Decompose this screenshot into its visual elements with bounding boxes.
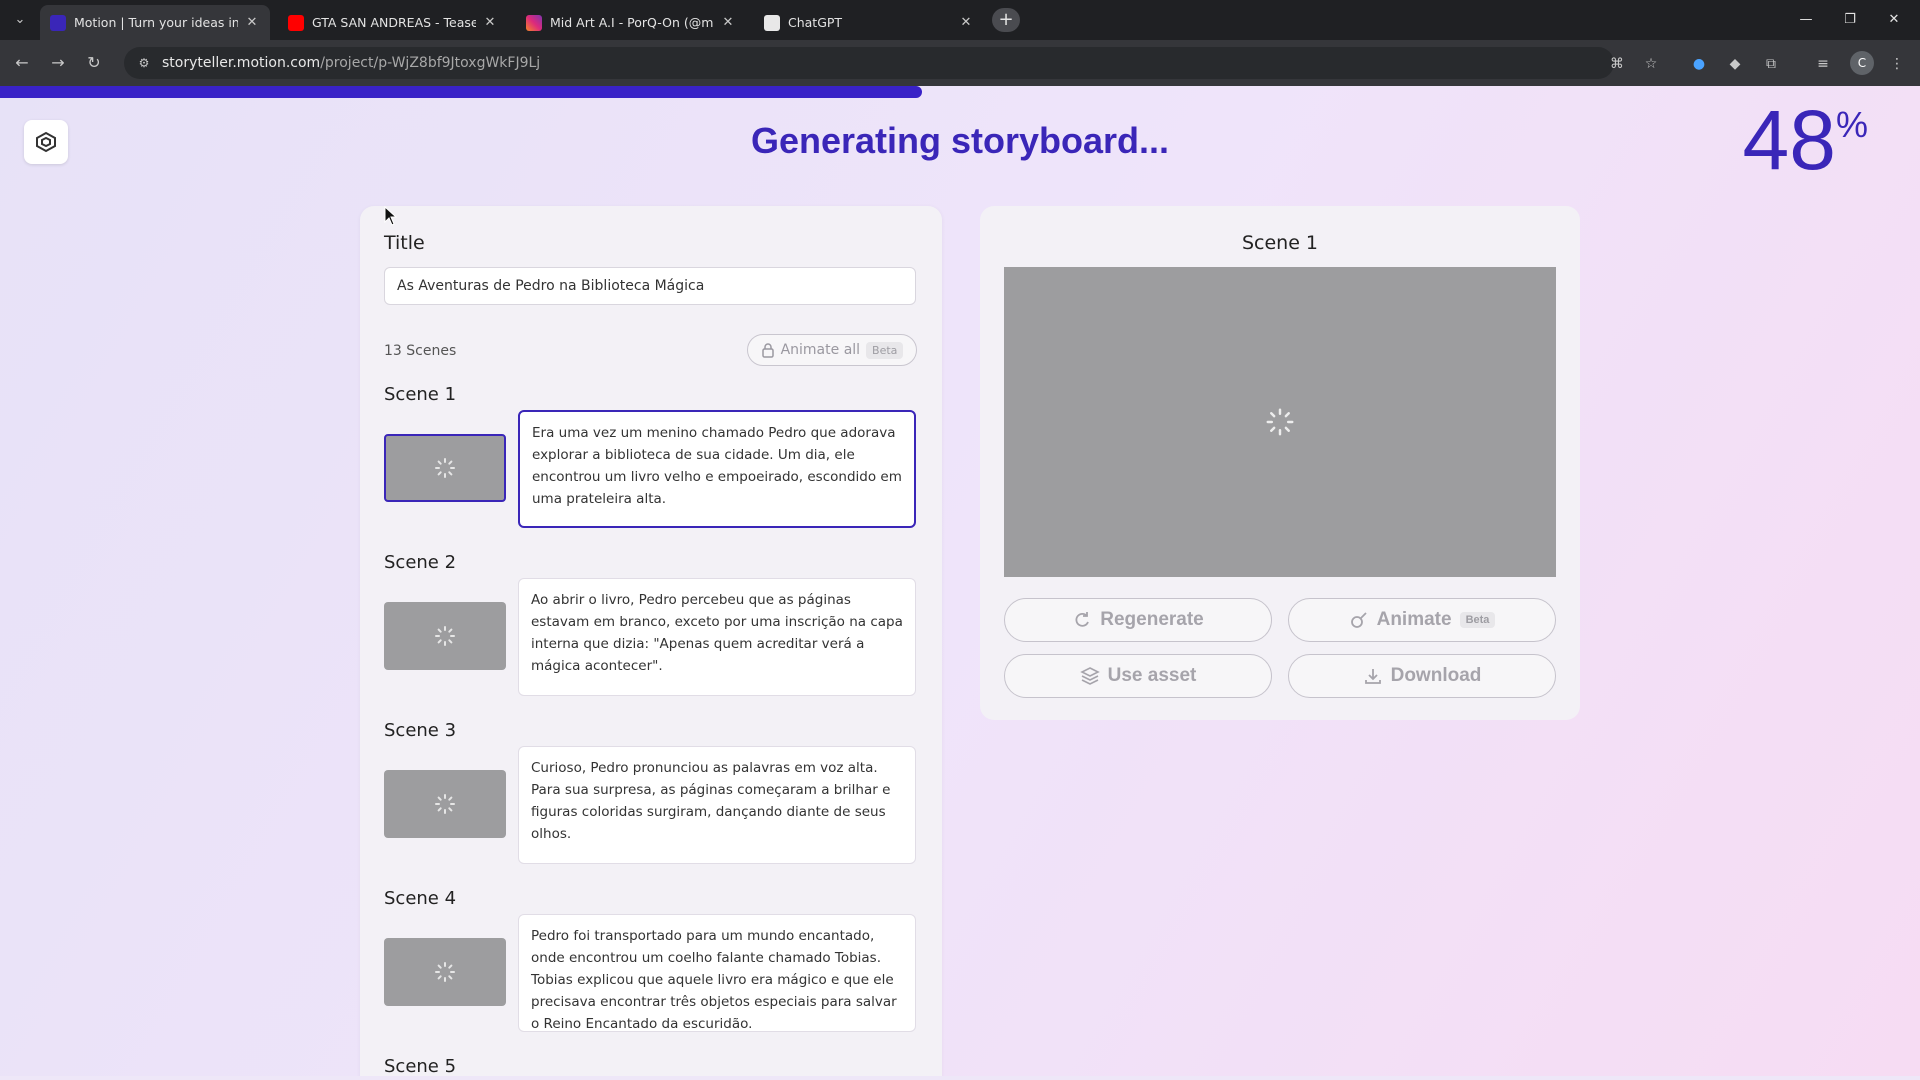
site-info-icon[interactable]: ⚙ xyxy=(136,56,152,70)
scene-item: Scene 4 Pedro foi transportado para um m… xyxy=(384,888,918,1048)
use-asset-label: Use asset xyxy=(1107,665,1197,686)
loading-spinner-icon xyxy=(435,794,455,814)
animate-icon xyxy=(1350,612,1367,628)
scene-text-field[interactable]: Curioso, Pedro pronunciou as palavras em… xyxy=(518,746,916,864)
progress-percent-sign: % xyxy=(1835,104,1868,145)
url-path: /project/p-WjZ8bf9JtoxgWkFJ9Lj xyxy=(320,55,541,71)
progress-percent: 48% xyxy=(1743,92,1868,189)
lock-icon xyxy=(761,343,774,358)
title-label: Title xyxy=(384,232,425,254)
close-icon[interactable]: ✕ xyxy=(482,15,498,30)
browser-toolbar: ← → ↻ ⚙ storyteller.motion.com/project/p… xyxy=(0,40,1920,86)
tab-motion[interactable]: Motion | Turn your ideas into ✕ xyxy=(40,5,270,40)
close-window-icon[interactable]: ✕ xyxy=(1880,8,1908,32)
scene-item: Scene 2 Ao abrir o livro, Pedro percebeu… xyxy=(384,552,918,712)
download-button[interactable]: Download xyxy=(1288,654,1556,698)
generation-progress-bar xyxy=(0,86,1920,98)
loading-spinner-icon xyxy=(435,626,455,646)
scene-thumbnail[interactable] xyxy=(384,602,506,670)
bookmark-star-icon[interactable]: ☆ xyxy=(1640,53,1662,75)
extensions-puzzle-icon[interactable]: ⧉ xyxy=(1760,53,1782,75)
download-label: Download xyxy=(1390,665,1482,686)
beta-badge: Beta xyxy=(866,341,904,359)
translate-icon[interactable]: ⌘ xyxy=(1606,53,1628,75)
scene-text-field[interactable]: Era uma vez um menino chamado Pedro que … xyxy=(518,410,916,528)
scene-thumbnail[interactable] xyxy=(384,770,506,838)
animate-all-label: Animate all xyxy=(780,342,861,358)
scene-text-field[interactable]: Pedro foi transportado para um mundo enc… xyxy=(518,914,916,1032)
profile-avatar[interactable]: C xyxy=(1850,51,1874,75)
close-icon[interactable]: ✕ xyxy=(720,15,736,30)
tab-title: GTA SAN ANDREAS - Teaser Tra xyxy=(312,15,476,30)
tab-title: Mid Art A.I - PorQ-On (@midar xyxy=(550,15,714,30)
chatgpt-favicon-icon xyxy=(764,14,780,31)
scene-title: Scene 2 xyxy=(384,552,457,573)
youtube-favicon-icon xyxy=(288,14,304,31)
progress-fill xyxy=(0,86,922,98)
menu-kebab-icon[interactable]: ⋮ xyxy=(1886,53,1908,75)
scene-thumbnail[interactable] xyxy=(384,434,506,502)
page-content: Generating storyboard... 48% Title 13 Sc… xyxy=(0,86,1920,1076)
restore-icon[interactable]: ❐ xyxy=(1836,8,1864,32)
scene-title: Scene 4 xyxy=(384,888,457,909)
forward-icon[interactable]: → xyxy=(46,51,70,75)
title-input[interactable] xyxy=(384,267,916,305)
reload-icon[interactable]: ↻ xyxy=(82,51,106,75)
progress-percent-value: 48 xyxy=(1742,93,1836,187)
mouse-cursor-icon xyxy=(384,206,398,226)
scene-item: Scene 5 xyxy=(384,1056,918,1076)
tab-title: Motion | Turn your ideas into xyxy=(74,15,238,30)
address-bar[interactable]: ⚙ storyteller.motion.com/project/p-WjZ8b… xyxy=(124,47,1614,79)
story-editor-panel: Title 13 Scenes Animate all Beta Scene 1… xyxy=(360,206,942,1076)
extension-blue-icon[interactable]: ● xyxy=(1688,53,1710,75)
extension-icon[interactable]: ◆ xyxy=(1724,53,1746,75)
regenerate-icon xyxy=(1075,612,1090,627)
tab-gta[interactable]: GTA SAN ANDREAS - Teaser Tra ✕ xyxy=(278,5,508,40)
preview-title: Scene 1 xyxy=(1241,232,1319,254)
loading-spinner-icon xyxy=(1266,408,1294,436)
tab-midart[interactable]: Mid Art A.I - PorQ-On (@midar ✕ xyxy=(516,5,746,40)
use-asset-button[interactable]: Use asset xyxy=(1004,654,1272,698)
animate-button[interactable]: Animate Beta xyxy=(1288,598,1556,642)
scene-count: 13 Scenes xyxy=(384,343,457,359)
scene-text-field[interactable]: Ao abrir o livro, Pedro percebeu que as … xyxy=(518,578,916,696)
tab-search-icon[interactable]: ⌄ xyxy=(8,8,32,32)
minimize-icon[interactable]: — xyxy=(1792,8,1820,32)
url-host: storyteller.motion.com xyxy=(162,55,321,71)
browser-tab-bar: ⌄ Motion | Turn your ideas into ✕ GTA SA… xyxy=(0,0,1920,40)
beta-badge: Beta xyxy=(1459,612,1496,628)
scene-preview-panel: Scene 1 Regenerate Animate Beta Use asse… xyxy=(980,206,1580,720)
regenerate-label: Regenerate xyxy=(1100,609,1204,630)
close-icon[interactable]: ✕ xyxy=(958,15,974,30)
layers-icon xyxy=(1079,667,1100,685)
loading-spinner-icon xyxy=(435,458,455,478)
scene-title: Scene 1 xyxy=(384,384,457,405)
motion-favicon-icon xyxy=(50,14,66,31)
back-icon[interactable]: ← xyxy=(10,51,34,75)
media-control-icon[interactable]: ≡ xyxy=(1812,53,1834,75)
instagram-favicon-icon xyxy=(526,14,542,31)
tab-title: ChatGPT xyxy=(788,15,843,30)
download-icon xyxy=(1364,669,1381,684)
new-tab-button[interactable]: + xyxy=(992,8,1020,32)
animate-all-button[interactable]: Animate all Beta xyxy=(747,334,917,366)
animate-label: Animate xyxy=(1376,609,1452,630)
scene-item: Scene 1 Era uma vez um menino chamado Pe… xyxy=(384,384,918,544)
scene-item: Scene 3 Curioso, Pedro pronunciou as pal… xyxy=(384,720,918,880)
scene-title: Scene 3 xyxy=(384,720,457,741)
tab-chatgpt[interactable]: ChatGPT ✕ xyxy=(754,5,984,40)
scene-preview-image xyxy=(1004,267,1556,577)
close-icon[interactable]: ✕ xyxy=(244,15,260,30)
scene-title: Scene 5 xyxy=(384,1056,457,1076)
page-title: Generating storyboard... xyxy=(750,120,1170,161)
scene-thumbnail[interactable] xyxy=(384,938,506,1006)
loading-spinner-icon xyxy=(435,962,455,982)
regenerate-button[interactable]: Regenerate xyxy=(1004,598,1272,642)
